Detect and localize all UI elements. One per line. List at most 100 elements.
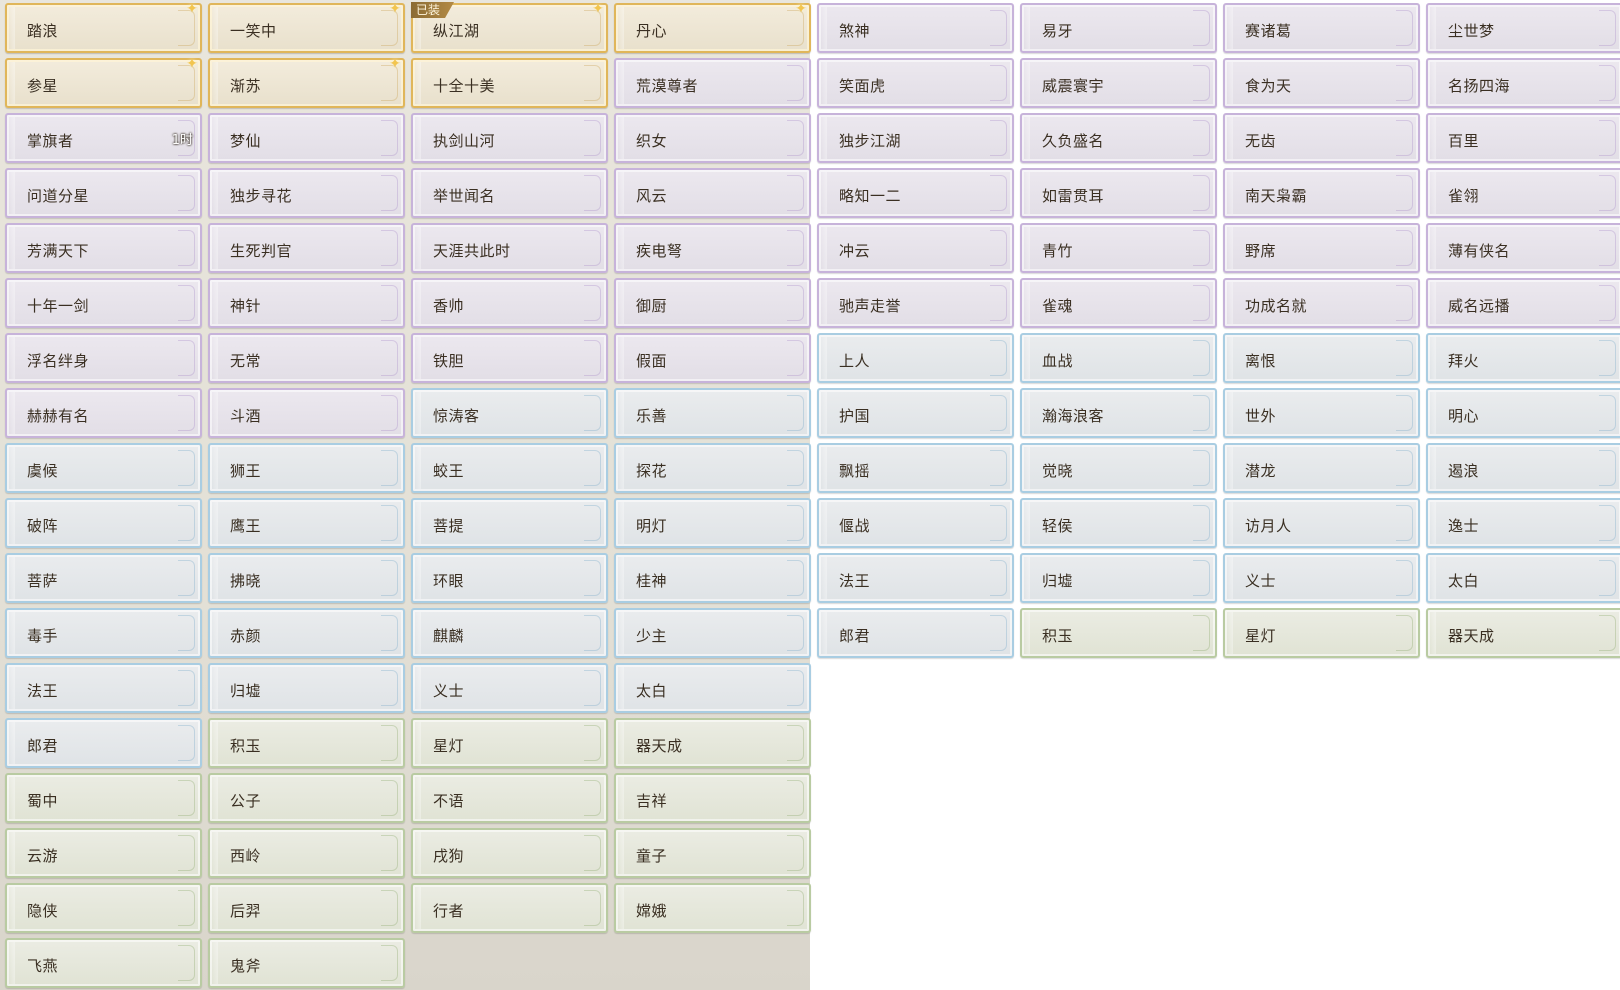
title-card[interactable]: 食为天	[1223, 58, 1420, 108]
title-card[interactable]: 法王	[817, 553, 1014, 603]
title-card[interactable]: 神针	[208, 278, 405, 328]
title-card[interactable]: 纵江湖 ✦ 已装	[411, 2, 608, 53]
title-card[interactable]: 疾电弩	[614, 223, 811, 273]
title-card[interactable]: 菩提	[411, 498, 608, 548]
title-card[interactable]: 无常	[208, 333, 405, 383]
title-card[interactable]: 百里	[1426, 113, 1620, 163]
title-card[interactable]: 破阵	[5, 498, 202, 548]
title-card[interactable]: 鬼斧	[208, 938, 405, 988]
title-card[interactable]: 斗酒	[208, 388, 405, 438]
title-card[interactable]: 蜀中	[5, 773, 202, 823]
title-card[interactable]: 假面	[614, 333, 811, 383]
title-card[interactable]: 童子	[614, 828, 811, 878]
title-card[interactable]: 久负盛名	[1020, 113, 1217, 163]
title-card[interactable]: 拂晓	[208, 553, 405, 603]
title-card[interactable]: 行者	[411, 883, 608, 933]
title-card[interactable]: 公子	[208, 773, 405, 823]
title-card[interactable]: 笑面虎	[817, 58, 1014, 108]
title-card[interactable]: 世外	[1223, 388, 1420, 438]
title-card[interactable]: 隐侠	[5, 883, 202, 933]
title-card[interactable]: 桂神	[614, 553, 811, 603]
title-card[interactable]: 独步寻花	[208, 168, 405, 218]
title-card[interactable]: 雀魂	[1020, 278, 1217, 328]
title-card[interactable]: 青竹	[1020, 223, 1217, 273]
title-card[interactable]: 麒麟	[411, 608, 608, 658]
title-card[interactable]: 器天成	[614, 718, 811, 768]
title-card[interactable]: 冲云	[817, 223, 1014, 273]
title-card[interactable]: 赛诸葛	[1223, 3, 1420, 53]
title-card[interactable]: 如雷贯耳	[1020, 168, 1217, 218]
title-card[interactable]: 明灯	[614, 498, 811, 548]
title-card[interactable]: 星灯	[1223, 608, 1420, 658]
title-card[interactable]: 吉祥	[614, 773, 811, 823]
title-card[interactable]: 逸士	[1426, 498, 1620, 548]
title-card[interactable]: 踏浪 ✦	[5, 2, 202, 53]
title-card[interactable]: 尘世梦	[1426, 3, 1620, 53]
title-card[interactable]: 轻侯	[1020, 498, 1217, 548]
title-card[interactable]: 威震寰宇	[1020, 58, 1217, 108]
title-card[interactable]: 织女	[614, 113, 811, 163]
title-card[interactable]: 生死判官	[208, 223, 405, 273]
title-card[interactable]: 梦仙	[208, 113, 405, 163]
title-card[interactable]: 西岭	[208, 828, 405, 878]
title-card[interactable]: 归墟	[208, 663, 405, 713]
title-card[interactable]: 雀翎	[1426, 168, 1620, 218]
title-card[interactable]: 易牙	[1020, 3, 1217, 53]
title-card[interactable]: 菩萨	[5, 553, 202, 603]
title-card[interactable]: 浮名绊身	[5, 333, 202, 383]
title-card[interactable]: 参星 ✦	[5, 57, 202, 108]
title-card[interactable]: 十年一剑	[5, 278, 202, 328]
title-card[interactable]: 血战	[1020, 333, 1217, 383]
title-card[interactable]: 虞候	[5, 443, 202, 493]
title-card[interactable]: 飘摇	[817, 443, 1014, 493]
title-card[interactable]: 偃战	[817, 498, 1014, 548]
title-card[interactable]: 戌狗	[411, 828, 608, 878]
title-card[interactable]: 煞神	[817, 3, 1014, 53]
title-card[interactable]: 不语	[411, 773, 608, 823]
title-card[interactable]: 探花	[614, 443, 811, 493]
title-card[interactable]: 拜火	[1426, 333, 1620, 383]
title-card[interactable]: 独步江湖	[817, 113, 1014, 163]
title-card[interactable]: 十全十美	[411, 58, 608, 108]
title-card[interactable]: 访月人	[1223, 498, 1420, 548]
title-card[interactable]: 名扬四海	[1426, 58, 1620, 108]
title-card[interactable]: 护国	[817, 388, 1014, 438]
title-card[interactable]: 野席	[1223, 223, 1420, 273]
title-card[interactable]: 掌旗者 1时	[5, 113, 202, 163]
title-card[interactable]: 环眼	[411, 553, 608, 603]
title-card[interactable]: 积玉	[208, 718, 405, 768]
title-card[interactable]: 狮王	[208, 443, 405, 493]
title-card[interactable]: 郎君	[817, 608, 1014, 658]
title-card[interactable]: 法王	[5, 663, 202, 713]
title-card[interactable]: 执剑山河	[411, 113, 608, 163]
title-card[interactable]: 略知一二	[817, 168, 1014, 218]
title-card[interactable]: 太白	[614, 663, 811, 713]
title-card[interactable]: 云游	[5, 828, 202, 878]
title-card[interactable]: 义士	[1223, 553, 1420, 603]
title-card[interactable]: 驰声走誉	[817, 278, 1014, 328]
title-card[interactable]: 星灯	[411, 718, 608, 768]
title-card[interactable]: 渐苏 ✦	[208, 57, 405, 108]
title-card[interactable]: 荒漠尊者	[614, 58, 811, 108]
title-card[interactable]: 香帅	[411, 278, 608, 328]
title-card[interactable]: 上人	[817, 333, 1014, 383]
title-card[interactable]: 薄有侠名	[1426, 223, 1620, 273]
title-card[interactable]: 赫赫有名	[5, 388, 202, 438]
title-card[interactable]: 风云	[614, 168, 811, 218]
title-card[interactable]: 后羿	[208, 883, 405, 933]
title-card[interactable]: 毒手	[5, 608, 202, 658]
title-card[interactable]: 丹心 ✦	[614, 2, 811, 53]
title-card[interactable]: 赤颜	[208, 608, 405, 658]
title-card[interactable]: 少主	[614, 608, 811, 658]
title-card[interactable]: 功成名就	[1223, 278, 1420, 328]
title-card[interactable]: 蛟王	[411, 443, 608, 493]
title-card[interactable]: 义士	[411, 663, 608, 713]
title-card[interactable]: 遏浪	[1426, 443, 1620, 493]
title-card[interactable]: 嫦娥	[614, 883, 811, 933]
title-card[interactable]: 鹰王	[208, 498, 405, 548]
title-card[interactable]: 天涯共此时	[411, 223, 608, 273]
title-card[interactable]: 飞燕	[5, 938, 202, 988]
title-card[interactable]: 郎君	[5, 718, 202, 768]
title-card[interactable]: 潜龙	[1223, 443, 1420, 493]
title-card[interactable]: 铁胆	[411, 333, 608, 383]
